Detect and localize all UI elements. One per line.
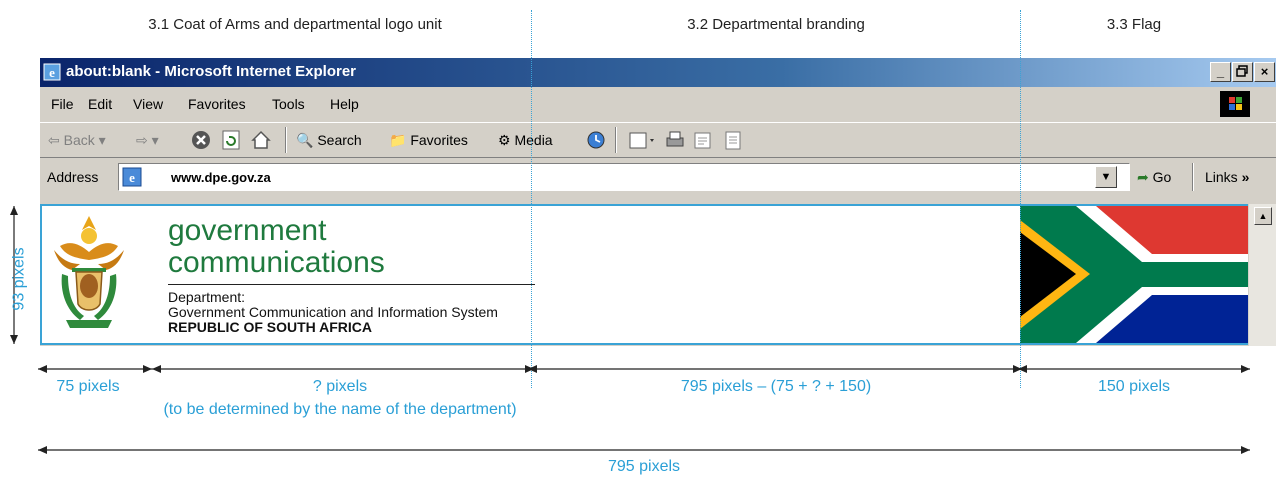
flag-width-label: 150 pixels	[1097, 378, 1171, 395]
total-width-label: 795 pixels	[607, 458, 681, 475]
name-width-note: (to be determined by the name of the dep…	[163, 401, 517, 418]
name-width-label: ? pixels	[312, 378, 368, 395]
height-label: 93 pixels	[10, 247, 28, 311]
logo-width-label: 75 pixels	[56, 378, 120, 395]
branding-width-label: 795 pixels – (75 + ? + 150)	[680, 378, 872, 395]
